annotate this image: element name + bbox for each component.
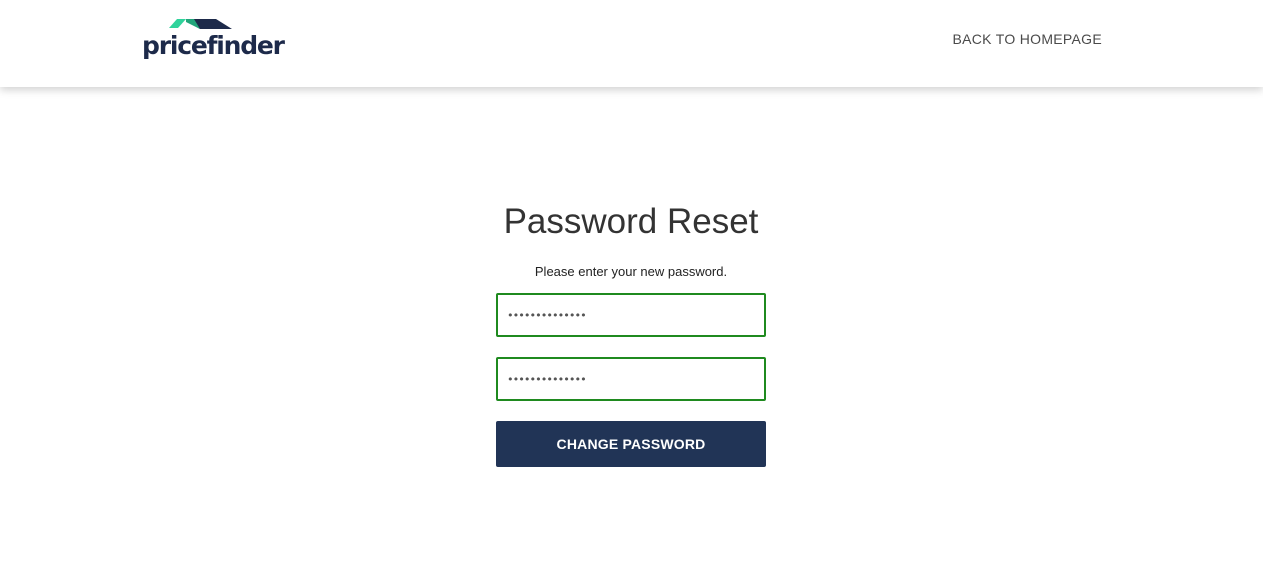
confirm-password-input[interactable] (496, 357, 766, 401)
logo-wordmark: pricefinder (142, 31, 285, 60)
site-header: pricefinder BACK TO HOMEPAGE (0, 0, 1263, 87)
page-title: Password Reset (503, 202, 759, 241)
new-password-input[interactable] (496, 293, 766, 337)
back-to-homepage-link[interactable]: BACK TO HOMEPAGE (952, 31, 1102, 47)
form-instruction: Please enter your new password. (534, 264, 728, 279)
password-reset-form: Password Reset Please enter your new pas… (496, 200, 766, 467)
roof-chevron-icon (169, 19, 232, 29)
main-content: Password Reset Please enter your new pas… (0, 87, 1263, 570)
change-password-button[interactable]: CHANGE PASSWORD (496, 421, 766, 467)
pricefinder-logo[interactable]: pricefinder (142, 16, 285, 70)
